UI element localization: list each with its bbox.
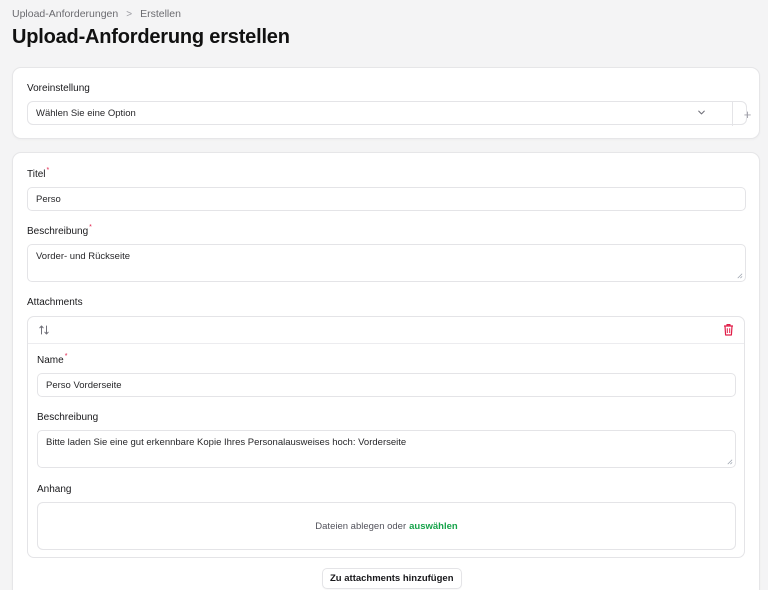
preset-card: Voreinstellung Wählen Sie eine Option + <box>12 67 760 139</box>
form-card: Titel* Perso Beschreibung* Vorder- und R… <box>12 152 760 590</box>
description-textarea-value: Vorder- und Rückseite <box>36 251 130 262</box>
breadcrumb-current: Erstellen <box>140 8 181 20</box>
title-label-text: Titel <box>27 169 46 180</box>
breadcrumb: Upload-Anforderungen > Erstellen <box>12 8 181 20</box>
attachment-description-textarea[interactable]: Bitte laden Sie eine gut erkennbare Kopi… <box>37 430 736 468</box>
plus-icon: + <box>743 106 752 122</box>
reorder-arrows-icon[interactable] <box>38 324 50 336</box>
attachment-description-label: Beschreibung <box>37 412 99 423</box>
title-input-value: Perso <box>36 194 61 205</box>
attachment-file-label: Anhang <box>37 484 72 495</box>
resize-handle-icon[interactable] <box>726 458 733 465</box>
breadcrumb-separator-icon: > <box>126 8 133 20</box>
page-title: Upload-Anforderung erstellen <box>12 26 290 48</box>
description-textarea[interactable]: Vorder- und Rückseite <box>27 244 746 282</box>
description-label-text: Beschreibung <box>27 226 89 237</box>
required-marker: * <box>46 167 50 174</box>
add-attachment-button[interactable]: Zu attachments hinzufügen <box>322 568 462 589</box>
title-input[interactable]: Perso <box>27 187 746 211</box>
chevron-down-icon <box>698 110 705 115</box>
preset-label: Voreinstellung <box>27 83 90 94</box>
select-files-link[interactable]: auswählen <box>409 521 458 532</box>
file-dropzone[interactable]: Dateien ablegen oder auswählen <box>37 502 736 550</box>
add-attachment-button-label: Zu attachments hinzufügen <box>330 573 454 584</box>
attachment-name-input[interactable]: Perso Vorderseite <box>37 373 736 397</box>
attachment-description-value: Bitte laden Sie eine gut erkennbare Kopi… <box>46 437 407 448</box>
attachment-item-header <box>28 317 744 344</box>
title-label: Titel* <box>27 167 50 180</box>
required-marker: * <box>64 353 68 360</box>
preset-select[interactable]: Wählen Sie eine Option + <box>27 101 751 126</box>
attachment-item: Name* Perso Vorderseite Beschreibung Bit… <box>27 316 745 558</box>
attachments-label: Attachments <box>27 297 83 308</box>
description-label: Beschreibung* <box>27 224 92 237</box>
attachment-name-label: Name* <box>37 353 68 366</box>
add-preset-button[interactable]: + <box>732 102 762 126</box>
resize-handle-icon[interactable] <box>736 272 743 279</box>
preset-select-value: Wählen Sie eine Option <box>36 108 136 119</box>
required-marker: * <box>89 224 92 231</box>
breadcrumb-parent-link[interactable]: Upload-Anforderungen <box>12 8 118 20</box>
attachment-name-label-text: Name <box>37 355 64 366</box>
attachment-name-input-value: Perso Vorderseite <box>46 380 122 391</box>
dropzone-text: Dateien ablegen oder <box>315 520 407 532</box>
trash-icon[interactable] <box>723 323 734 336</box>
